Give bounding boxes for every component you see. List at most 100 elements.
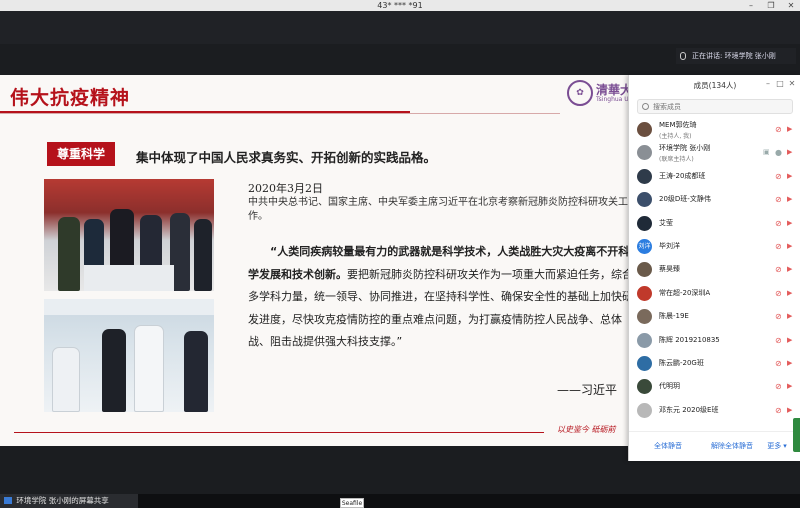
inspection-photo-top [44,179,214,291]
member-name: 陈晨-19E [659,312,689,321]
window-titlebar: 43* *** *91 – ❐ ✕ [0,0,800,11]
mic-muted-icon[interactable]: ⊘ [775,289,783,298]
member-row[interactable]: 常在超-20深圳A ⊘ ▶ [629,282,800,305]
mic-muted-icon[interactable]: ⊘ [775,242,783,251]
university-seal-icon: ✿ [567,80,593,106]
mic-muted-icon[interactable]: ⊘ [775,125,783,134]
member-row[interactable]: 代明玥 ⊘ ▶ [629,375,800,398]
avatar [637,379,652,395]
member-row[interactable]: 艾莹 ⊘ ▶ [629,212,800,235]
member-name: 陈云鹏-20G班 [659,358,704,367]
mic-muted-icon[interactable]: ⊘ [775,265,783,274]
member-row[interactable]: 刘洋 毕刘洋 ⊘ ▶ [629,235,800,258]
member-row[interactable]: 邓东元 2020级E班 ⊘ ▶ [629,399,800,422]
avatar [637,309,652,325]
minimize-icon[interactable]: – [763,79,773,88]
camera-off-icon[interactable]: ▶ [787,312,796,321]
section-caption: 集中体现了中国人民求真务实、开拓创新的实践品格。 [136,150,437,165]
member-row[interactable]: MEM郭佐琦 (主持人, 我) ⊘ ▶ [629,118,800,141]
search-icon [642,103,649,110]
member-search-input[interactable] [653,100,783,113]
mic-muted-icon[interactable]: ⊘ [775,219,783,228]
mic-muted-icon[interactable]: ⊘ [775,359,783,368]
member-name: 邓东元 2020级E班 [659,405,719,414]
avatar [637,192,652,208]
member-role: (联席主持人) [659,156,694,164]
speaking-label: 正在讲话: 环境学院 张小刚 [692,52,776,60]
member-search[interactable] [637,99,793,114]
unmute-all-button[interactable]: 解除全体静音 [697,440,767,454]
member-row[interactable]: 20级D班-文静伟 ⊘ ▶ [629,188,800,211]
screen-share-icon [4,497,12,504]
member-row[interactable]: 陈晨-19E ⊘ ▶ [629,305,800,328]
camera-off-icon[interactable]: ▶ [787,219,796,228]
shared-slide: 伟大抗疫精神 ✿ 清華大 Tsinghua Uni 尊重科学 集中体现了中国人民… [0,75,658,446]
mic-muted-icon[interactable]: ⊘ [775,336,783,345]
member-name: MEM郭佐琦 [659,121,697,129]
members-panel-header: 成员(134人) – □ ✕ [629,75,800,95]
avatar [637,262,652,278]
member-role: (主持人, 我) [659,133,692,140]
quote-author: ——习近平 [557,383,618,397]
event-date: 2020年3月2日 [248,182,323,195]
member-list: MEM郭佐琦 (主持人, 我) ⊘ ▶ 环境学院 张小刚 (联席主持人) ▣ ●… [629,118,800,422]
restore-icon[interactable]: □ [775,79,785,88]
screen: 43* *** *91 – ❐ ✕ 正在讲话: 环境学院 张小刚 伟大抗疫精神 … [0,0,800,508]
member-name: 王涛-20成都班 [659,171,706,180]
avatar [637,355,652,371]
member-name: 环境学院 张小刚 [659,144,711,153]
meeting-top-band [0,11,800,44]
avatar [637,122,652,137]
more-button[interactable]: 更多 ▾ [759,440,795,454]
mic-muted-icon[interactable]: ⊘ [775,382,783,391]
minimize-icon[interactable]: – [744,0,758,11]
avatar [637,402,652,418]
member-name: 常在超-20深圳A [659,288,711,297]
camera-off-icon[interactable]: ▶ [787,359,796,368]
avatar [637,145,652,161]
avatar [637,168,652,184]
camera-off-icon[interactable]: ▶ [787,195,796,204]
mic-muted-icon[interactable]: ⊘ [775,172,783,181]
title-divider-thin [0,113,560,114]
close-icon[interactable]: ✕ [787,79,797,88]
member-name: 蔡昊臻 [659,265,680,274]
avatar [637,332,652,348]
mic-icon [680,52,686,60]
sidebar-handle[interactable] [793,418,800,452]
speaking-indicator: 正在讲话: 环境学院 张小刚 [676,48,796,64]
event-description: 中共中央总书记、国家主席、中央军委主席习近平在北京考察新冠肺炎防控科研攻关工作。 [248,197,628,222]
bottom-status-bar: 环境学院 张小刚的屏幕共享 [0,494,800,508]
avatar: 刘洋 [637,238,652,254]
camera-off-icon[interactable]: ▶ [787,242,796,251]
screen-share-text: 环境学院 张小刚的屏幕共享 [16,496,109,505]
member-name: 代明玥 [659,382,680,391]
mic-muted-icon[interactable]: ⊘ [775,195,783,204]
window-title: 43* *** *91 [377,1,423,10]
member-name: 陈辉 2019210835 [659,335,720,344]
camera-off-icon[interactable]: ▶ [787,406,796,415]
camera-off-icon[interactable]: ▶ [787,336,796,345]
camera-off-icon[interactable]: ▶ [787,172,796,181]
camera-off-icon[interactable]: ▶ [787,289,796,298]
close-icon[interactable]: ✕ [784,0,798,11]
mic-icon[interactable]: ● [775,148,783,157]
restore-icon[interactable]: ❐ [764,0,778,11]
slide-motto: 以史鉴今 砥砺前 [557,425,616,434]
avatar [637,215,652,231]
mic-muted-icon[interactable]: ⊘ [775,312,783,321]
screen-share-label: 环境学院 张小刚的屏幕共享 [0,494,138,508]
member-row[interactable]: 陈云鹏-20G班 ⊘ ▶ [629,352,800,375]
member-row[interactable]: 陈辉 2019210835 ⊘ ▶ [629,329,800,352]
camera-off-icon[interactable]: ▶ [787,125,796,134]
camera-off-icon[interactable]: ▶ [787,382,796,391]
member-row[interactable]: 蔡昊臻 ⊘ ▶ [629,258,800,281]
slide-title: 伟大抗疫精神 [10,87,131,109]
screen-share-icon: ▣ [763,148,770,157]
mute-all-button[interactable]: 全体静音 [643,440,693,454]
camera-off-icon[interactable]: ▶ [787,265,796,274]
camera-off-icon[interactable]: ▶ [787,148,796,157]
member-row[interactable]: 环境学院 张小刚 (联席主持人) ▣ ● ▶ [629,141,800,164]
member-row[interactable]: 王涛-20成都班 ⊘ ▶ [629,165,800,188]
mic-muted-icon[interactable]: ⊘ [775,406,783,415]
